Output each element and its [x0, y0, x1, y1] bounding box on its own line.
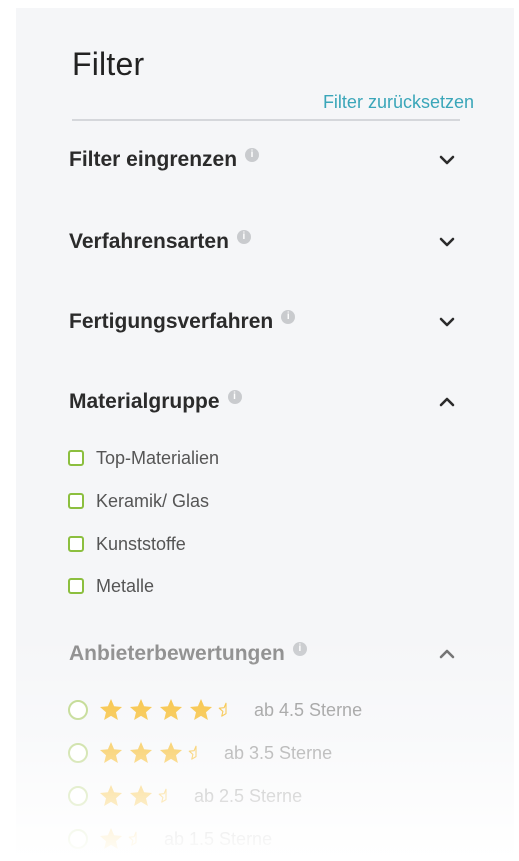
- half-star-icon: [128, 831, 137, 846]
- chevron-down-icon[interactable]: [439, 314, 455, 330]
- star-icon: [100, 785, 122, 806]
- section-label: Filter eingrenzen: [69, 148, 238, 171]
- star-icon: [100, 699, 122, 720]
- reset-filter-link[interactable]: Filter zurücksetzen: [323, 92, 474, 113]
- option-label: Kunststoffe: [96, 533, 186, 554]
- section-label: Materialgruppe: [69, 390, 220, 413]
- radio-button[interactable]: [68, 786, 88, 806]
- section-filter-eingrenzen[interactable]: Filter eingrenzen i: [69, 140, 463, 180]
- chevron-up-icon[interactable]: [439, 394, 455, 410]
- material-option-top-materialien[interactable]: Top-Materialien: [68, 446, 219, 470]
- radio-button[interactable]: [68, 700, 88, 720]
- info-icon[interactable]: i: [281, 310, 296, 324]
- rating-label: ab 2.5 Sterne: [194, 785, 303, 806]
- half-star-icon: [158, 788, 167, 803]
- checkbox[interactable]: [68, 578, 84, 594]
- section-fertigungsverfahren[interactable]: Fertigungsverfahren i: [69, 302, 463, 342]
- material-option-metalle[interactable]: Metalle: [68, 574, 154, 598]
- info-icon[interactable]: i: [292, 642, 307, 656]
- divider: [72, 119, 460, 121]
- info-icon[interactable]: i: [227, 390, 242, 404]
- filter-panel: Filter Filter zurücksetzen Filter eingre…: [16, 8, 514, 861]
- half-star-icon: [218, 702, 227, 717]
- material-option-keramik-glas[interactable]: Keramik/ Glas: [68, 489, 209, 513]
- option-label: Top-Materialien: [96, 447, 220, 468]
- star-icon: [100, 828, 122, 849]
- chevron-down-icon[interactable]: [439, 234, 455, 250]
- rating-label: ab 1.5 Sterne: [164, 828, 273, 849]
- star-icon: [130, 699, 152, 720]
- material-option-kunststoffe[interactable]: Kunststoffe: [68, 532, 186, 556]
- info-icon[interactable]: i: [245, 148, 260, 162]
- chevron-down-icon[interactable]: [439, 152, 455, 168]
- star-icon: [190, 699, 212, 720]
- section-label: Fertigungsverfahren: [69, 310, 274, 333]
- checkbox[interactable]: [68, 536, 84, 552]
- checkbox[interactable]: [68, 493, 84, 509]
- star-icon: [100, 742, 122, 763]
- star-icon: [160, 699, 182, 720]
- section-verfahrensarten[interactable]: Verfahrensarten i: [69, 222, 463, 262]
- radio-button[interactable]: [68, 829, 88, 849]
- half-star-icon: [188, 745, 197, 760]
- option-label: Keramik/ Glas: [96, 490, 210, 511]
- rating-option[interactable]: ab 1.5 Sterne: [68, 826, 272, 852]
- option-label: Metalle: [96, 575, 155, 596]
- rating-label: ab 3.5 Sterne: [224, 742, 333, 763]
- section-label: Verfahrensarten: [69, 230, 229, 253]
- info-icon[interactable]: i: [236, 230, 251, 244]
- rating-option[interactable]: ab 3.5 Sterne: [68, 740, 332, 766]
- star-icon: [130, 785, 152, 806]
- section-anbieterbewertungen[interactable]: Anbieterbewertungen i: [69, 634, 463, 674]
- rating-option[interactable]: ab 2.5 Sterne: [68, 783, 302, 809]
- radio-button[interactable]: [68, 743, 88, 763]
- rating-option[interactable]: ab 4.5 Sterne: [68, 697, 362, 723]
- checkbox[interactable]: [68, 450, 84, 466]
- star-icon: [160, 742, 182, 763]
- filter-title: Filter: [72, 46, 145, 82]
- star-icon: [130, 742, 152, 763]
- section-materialgruppe[interactable]: Materialgruppe i: [69, 382, 463, 422]
- rating-label: ab 4.5 Sterne: [254, 699, 363, 720]
- section-label: Anbieterbewertungen: [69, 642, 285, 665]
- chevron-up-icon[interactable]: [439, 646, 455, 662]
